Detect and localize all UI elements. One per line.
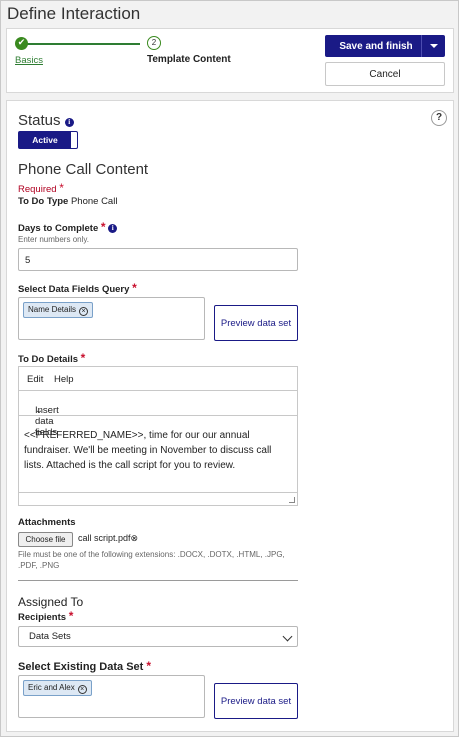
editor-body[interactable]: <<PREFERRED_NAME>>, time for our our ann… [24, 428, 292, 473]
help-icon[interactable]: ? [431, 110, 447, 126]
editor-menubar: Edit Help [19, 367, 297, 391]
assigned-heading: Assigned To [18, 595, 84, 609]
rich-text-editor: Edit Help Insert data fields ⌄ <<PREFERR… [18, 366, 298, 506]
attachment-file-name: call script.pdf [78, 533, 131, 543]
query-label-text: Select Data Fields Query [18, 284, 130, 295]
recipients-label: Recipients * [18, 609, 73, 623]
insert-data-fields-dropdown[interactable]: Insert data fields ⌄ [19, 391, 297, 438]
stepper-line [26, 43, 140, 45]
required-star: * [68, 609, 74, 623]
content-heading: Phone Call Content [18, 161, 149, 178]
resize-handle-icon[interactable] [19, 492, 297, 505]
required-star: * [80, 351, 86, 365]
query-tag-label: Name Details [28, 305, 77, 314]
required-star: * [132, 281, 137, 295]
status-heading-text: Status [18, 112, 61, 129]
stepper-panel: ✔ 2 Basics Template Content Save and fin… [6, 28, 454, 93]
todo-type-value: Phone Call [70, 196, 118, 207]
step-2-number: 2 [147, 36, 161, 50]
required-star: * [59, 181, 64, 195]
days-label: Days to Complete * i [18, 220, 118, 234]
days-hint: Enter numbers only. [18, 235, 89, 244]
info-icon[interactable]: i [108, 224, 118, 233]
remove-tag-icon[interactable]: × [77, 685, 87, 694]
info-icon[interactable]: i [64, 118, 74, 127]
divider [18, 580, 298, 581]
recipients-select[interactable]: Data Sets [18, 626, 298, 647]
menu-edit[interactable]: Edit [27, 374, 43, 385]
status-heading: Status i [18, 112, 74, 129]
todo-type: To Do Type Phone Call [18, 196, 117, 207]
chevron-down-icon[interactable] [421, 35, 445, 57]
existing-tag: Eric and Alex × [23, 680, 92, 696]
attachments-hint: File must be one of the following extens… [18, 550, 285, 570]
check-icon: ✔ [15, 37, 28, 50]
todo-type-label: To Do Type [18, 196, 69, 207]
main-form: ? Status i Active Phone Call Content Req… [6, 100, 454, 732]
status-toggle-label: Active [19, 132, 71, 148]
days-input[interactable]: 5 [18, 248, 298, 271]
cancel-button[interactable]: Cancel [325, 62, 445, 86]
recipients-label-text: Recipients [18, 612, 67, 623]
attachments-label: Attachments [18, 517, 76, 528]
choose-file-button[interactable]: Choose file [18, 532, 73, 547]
required-label: Required [18, 184, 57, 195]
preview-data-set-button[interactable]: Preview data set [214, 683, 298, 719]
days-label-text: Days to Complete [18, 223, 99, 234]
preview-data-set-button[interactable]: Preview data set [214, 305, 298, 341]
details-label: To Do Details * [18, 351, 85, 365]
attachment-file: call script.pdf⊗ [78, 533, 138, 544]
required-star: * [146, 659, 152, 673]
recipients-value: Data Sets [29, 631, 71, 642]
existing-tag-input[interactable]: Eric and Alex × [18, 675, 205, 718]
menu-help[interactable]: Help [54, 374, 74, 385]
remove-tag-icon[interactable]: × [79, 307, 89, 316]
details-label-text: To Do Details [18, 354, 78, 365]
status-toggle[interactable]: Active [18, 131, 78, 149]
existing-label-text: Select Existing Data Set [18, 661, 144, 673]
save-and-finish-button[interactable]: Save and finish [325, 35, 427, 57]
chevron-down-icon [282, 631, 293, 642]
page-title: Define Interaction [7, 4, 141, 23]
existing-label: Select Existing Data Set * [18, 659, 151, 673]
required-note: Required * [18, 181, 64, 195]
query-tag: Name Details × [23, 302, 94, 318]
required-star: * [100, 220, 106, 234]
query-tag-input[interactable]: Name Details × [18, 297, 205, 340]
query-label: Select Data Fields Query * [18, 281, 137, 295]
step-basics-link[interactable]: Basics [15, 55, 43, 66]
remove-tag-icon[interactable]: ⊗ [131, 533, 139, 543]
existing-tag-label: Eric and Alex [28, 683, 75, 692]
step-template-content-label: Template Content [147, 54, 231, 65]
app-frame: Define Interaction ✔ 2 Basics Template C… [0, 0, 459, 737]
chevron-down-icon: ⌄ [35, 405, 43, 416]
